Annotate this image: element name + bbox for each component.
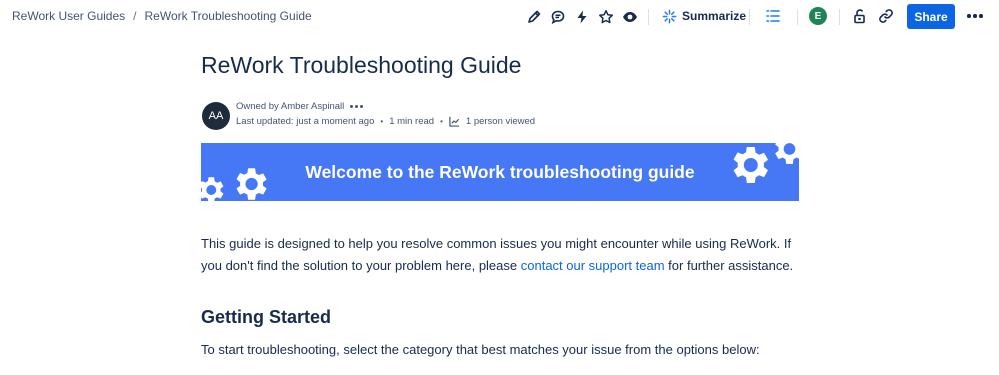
sparkle-icon <box>662 9 677 23</box>
intro-text-end: for further assistance. <box>664 258 794 273</box>
lightning-icon <box>577 10 587 24</box>
page-meta: Last updated: just a moment ago • 1 min … <box>236 116 535 127</box>
owner-text: Owned by Amber Aspinall <box>236 101 345 112</box>
welcome-banner: Welcome to the ReWork troubleshooting gu… <box>201 143 799 201</box>
breadcrumb-page-link[interactable]: ReWork Troubleshooting Guide <box>145 9 312 23</box>
meta-separator: • <box>380 117 384 126</box>
views-text[interactable]: 1 person viewed <box>466 116 535 127</box>
table-of-contents-icon <box>766 10 780 22</box>
restrictions-icon <box>854 9 865 24</box>
restrictions-button[interactable] <box>852 8 868 29</box>
eye-icon <box>623 12 637 22</box>
page-title: ReWork Troubleshooting Guide <box>201 52 522 78</box>
toolbar-divider <box>839 9 840 25</box>
toolbar-divider <box>749 9 750 25</box>
toolbar-divider <box>648 9 649 25</box>
owner-avatar[interactable]: AA <box>202 102 230 130</box>
viewer-avatar[interactable]: E <box>809 7 827 25</box>
comment-button[interactable] <box>546 6 570 28</box>
link-icon <box>879 9 893 23</box>
top-bar: ReWork User Guides / ReWork Troubleshoot… <box>0 0 999 34</box>
page-toolbar <box>522 6 655 28</box>
more-icon <box>967 14 983 18</box>
getting-started-heading: Getting Started <box>201 307 332 327</box>
summarize-label: Summarize <box>682 9 747 23</box>
owner-more-icon[interactable] <box>350 105 364 108</box>
automation-button[interactable] <box>570 6 594 28</box>
owner-avatar-initials: AA <box>208 110 224 122</box>
breadcrumb: ReWork User Guides / ReWork Troubleshoot… <box>12 9 312 23</box>
pencil-icon <box>528 10 541 23</box>
share-label: Share <box>914 9 948 24</box>
star-icon <box>599 10 613 24</box>
instruction-paragraph: To start troubleshooting, select the cat… <box>201 342 760 357</box>
share-button[interactable]: Share <box>907 4 955 29</box>
star-button[interactable] <box>594 6 618 28</box>
banner-text: Welcome to the ReWork troubleshooting gu… <box>305 161 695 182</box>
watch-button[interactable] <box>618 6 642 28</box>
analytics-icon <box>449 116 459 127</box>
meta-separator: • <box>440 117 443 126</box>
breadcrumb-space-link[interactable]: ReWork User Guides <box>12 9 125 23</box>
copy-link-button[interactable] <box>878 8 894 29</box>
read-time-text: 1 min read <box>389 116 435 127</box>
more-actions-button[interactable] <box>965 6 985 26</box>
toolbar-divider <box>797 9 798 25</box>
edit-button[interactable] <box>522 6 546 28</box>
comment-icon <box>551 10 565 25</box>
breadcrumb-separator: / <box>133 9 137 23</box>
support-team-link[interactable]: contact our support team <box>521 258 665 273</box>
last-updated-text: Last updated: just a moment ago <box>236 116 375 127</box>
summarize-button[interactable]: Summarize <box>662 6 746 26</box>
table-of-contents-button[interactable] <box>765 8 781 29</box>
viewer-avatar-initial: E <box>814 10 822 22</box>
owner-line: Owned by Amber Aspinall <box>236 101 364 112</box>
intro-paragraph: This guide is designed to help you resol… <box>201 233 801 277</box>
